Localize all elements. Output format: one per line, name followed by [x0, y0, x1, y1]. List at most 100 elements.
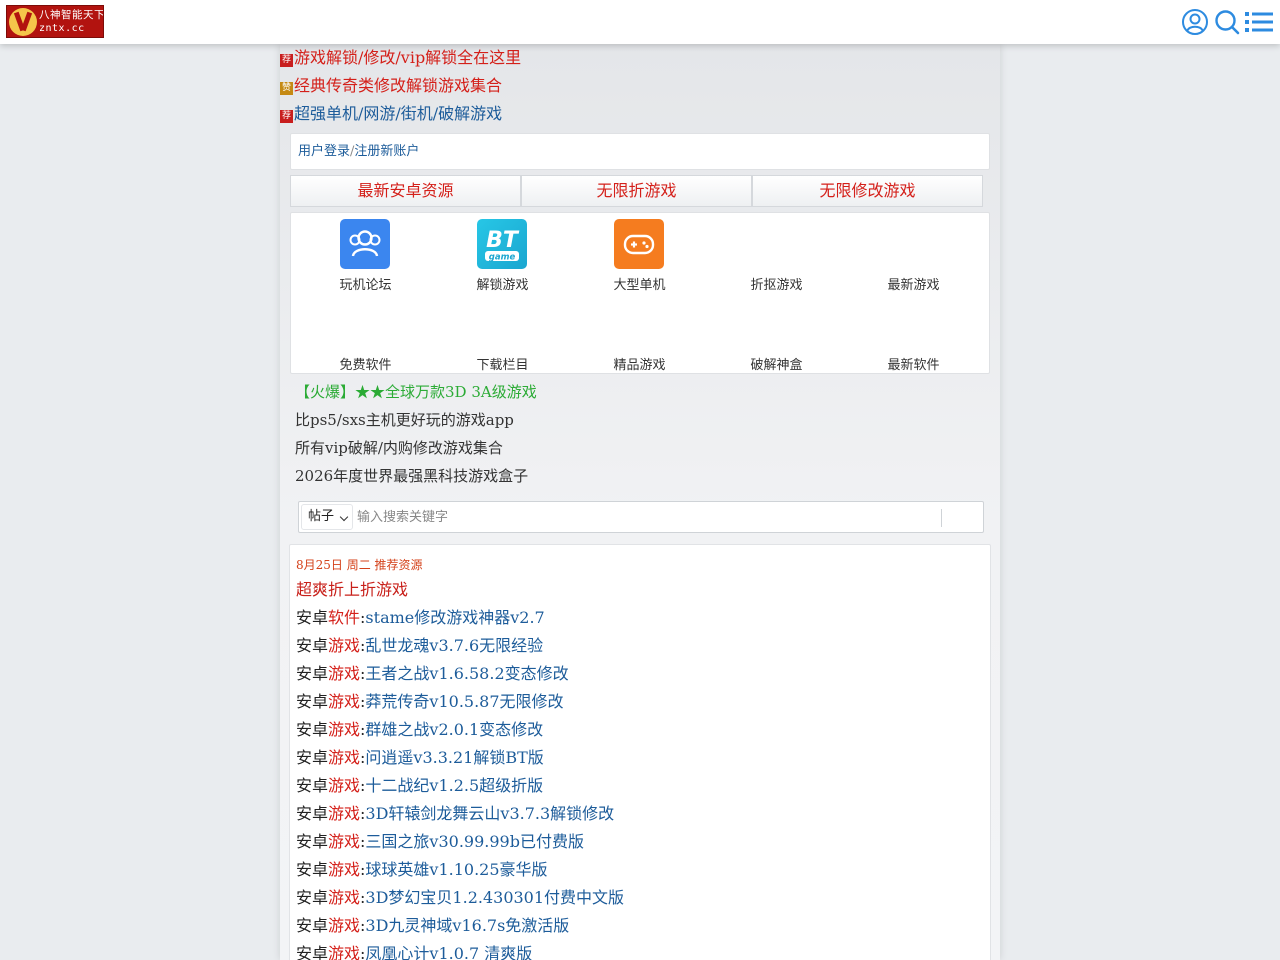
list-item-name: stame修改游戏神器v2.7	[365, 608, 545, 627]
search-type-select[interactable]: 帖子	[301, 504, 353, 530]
list-item-name: 3D九灵神域v16.7s免激活版	[365, 916, 570, 935]
login-bar: 用户登录/注册新账户	[290, 133, 990, 170]
chevron-down-icon	[339, 512, 349, 522]
praise-badge: 赞	[280, 82, 293, 95]
grid-item-newest-software[interactable]: 最新软件	[845, 293, 982, 373]
grid-item-big-single[interactable]: 大型单机	[571, 213, 708, 293]
list-item-category: 游戏	[328, 832, 361, 851]
list-item-name: 三国之旅v30.99.99b已付费版	[365, 832, 584, 851]
list-item[interactable]: 安卓游戏:3D梦幻宝贝1.2.430301付费中文版	[296, 884, 624, 912]
grid-item-forum[interactable]: 玩机论坛	[297, 213, 434, 293]
user-icon[interactable]	[1181, 8, 1209, 36]
grid-label: 大型单机	[613, 278, 666, 293]
list-item-category: 游戏	[328, 804, 361, 823]
search-divider	[941, 509, 942, 527]
hot-link-3[interactable]: 所有vip破解/内购修改游戏集合	[295, 434, 503, 462]
nav-grid: 玩机论坛 BT game 解锁游戏 大型单机 折抠游戏 最新游戏 免费软件 下载…	[290, 212, 990, 374]
list-item[interactable]: 安卓软件:stame修改游戏神器v2.7	[296, 604, 545, 632]
grid-label: 破解神盒	[750, 358, 803, 373]
list-item-category: 游戏	[328, 636, 361, 655]
search-type-value: 帖子	[308, 509, 335, 524]
search-bar: 帖子	[298, 501, 984, 533]
grid-item-free-software[interactable]: 免费软件	[297, 293, 434, 373]
list-item-platform: 安卓	[296, 720, 329, 739]
promo-link-2[interactable]: 赞经典传奇类修改解锁游戏集合	[280, 72, 502, 100]
search-icon[interactable]	[1213, 8, 1241, 36]
grid-item-unlock-games[interactable]: BT game 解锁游戏	[434, 213, 571, 293]
list-item-platform: 安卓	[296, 860, 329, 879]
menu-list-icon[interactable]	[1244, 8, 1274, 36]
list-item[interactable]: 安卓游戏:凤凰心计v1.0.7 清爽版	[296, 940, 532, 960]
grid-item-downloads[interactable]: 下载栏目	[434, 293, 571, 373]
hot-link-2[interactable]: 比ps5/sxs主机更好玩的游戏app	[295, 406, 514, 434]
hot-link-4[interactable]: 2026年度世界最强黑科技游戏盒子	[295, 462, 528, 490]
site-logo[interactable]: 八神智能天下 zntx.cc	[6, 5, 104, 38]
list-item-platform: 安卓	[296, 832, 329, 851]
tab-latest-android[interactable]: 最新安卓资源	[290, 175, 521, 207]
main-column: 荐游戏解锁/修改/vip解锁全在这里 赞经典传奇类修改解锁游戏集合 荐超强单机/…	[280, 44, 1000, 960]
search-input[interactable]	[357, 504, 937, 530]
recommend-badge: 荐	[280, 54, 293, 67]
promo-link-3[interactable]: 荐超强单机/网游/街机/破解游戏	[280, 100, 502, 128]
login-link[interactable]: 用户登录	[298, 144, 350, 159]
bt-game-icon: BT game	[477, 219, 527, 269]
tab-unlimited-discount[interactable]: 无限折游戏	[521, 175, 752, 207]
list-item[interactable]: 安卓游戏:乱世龙魂v3.7.6无限经验	[296, 632, 543, 660]
grid-label: 解锁游戏	[476, 278, 529, 293]
grid-item-premium-games[interactable]: 精品游戏	[571, 293, 708, 373]
list-item-platform: 安卓	[296, 916, 329, 935]
list-item-platform: 安卓	[296, 664, 329, 683]
list-item-name: 乱世龙魂v3.7.6无限经验	[365, 636, 544, 655]
list-item-category: 游戏	[328, 860, 361, 879]
list-item-platform: 安卓	[296, 944, 329, 960]
list-item-category: 游戏	[328, 664, 361, 683]
list-item[interactable]: 安卓游戏:三国之旅v30.99.99b已付费版	[296, 828, 584, 856]
promo-text: 超强单机/网游/街机/破解游戏	[294, 104, 503, 123]
register-link[interactable]: 注册新账户	[354, 144, 419, 159]
list-title-link[interactable]: 超爽折上折游戏	[296, 576, 408, 604]
list-item-platform: 安卓	[296, 888, 329, 907]
list-item[interactable]: 安卓游戏:莽荒传奇v10.5.87无限修改	[296, 688, 564, 716]
list-item[interactable]: 安卓游戏:十二战纪v1.2.5超级折版	[296, 772, 543, 800]
list-item[interactable]: 安卓游戏:3D轩辕剑龙舞云山v3.7.3解锁修改	[296, 800, 614, 828]
list-item-category: 游戏	[328, 776, 361, 795]
list-item-category: 游戏	[328, 720, 361, 739]
list-item-platform: 安卓	[296, 608, 329, 627]
promo-text: 经典传奇类修改解锁游戏集合	[294, 76, 503, 95]
grid-label: 精品游戏	[613, 358, 666, 373]
list-item-category: 游戏	[328, 916, 361, 935]
hot-link-1[interactable]: 【火爆】★★全球万款3D 3A级游戏	[295, 378, 537, 406]
list-item-name: 群雄之战v2.0.1变态修改	[365, 720, 544, 739]
list-item-name: 球球英雄v1.10.25豪华版	[365, 860, 548, 879]
search-submit-button[interactable]	[943, 503, 983, 531]
tab-unlimited-mod[interactable]: 无限修改游戏	[752, 175, 983, 207]
grid-item-newest-games[interactable]: 最新游戏	[845, 213, 982, 293]
grid-item-discount-games[interactable]: 折抠游戏	[708, 213, 845, 293]
forum-users-icon	[340, 219, 390, 269]
grid-label: 下载栏目	[476, 358, 529, 373]
list-item[interactable]: 安卓游戏:王者之战v1.6.58.2变态修改	[296, 660, 569, 688]
grid-item-crack-box[interactable]: 破解神盒	[708, 293, 845, 373]
list-item-category: 游戏	[328, 692, 361, 711]
list-item-category: 游戏	[328, 748, 361, 767]
list-item-category: 游戏	[328, 888, 361, 907]
list-item-category: 软件	[328, 608, 361, 627]
grid-label: 免费软件	[339, 358, 392, 373]
grid-label: 玩机论坛	[339, 278, 392, 293]
list-item[interactable]: 安卓游戏:问逍遥v3.3.21解锁BT版	[296, 744, 544, 772]
logo-title: 八神智能天下	[39, 9, 104, 21]
svg-text:BT: BT	[486, 228, 520, 253]
list-item-platform: 安卓	[296, 692, 329, 711]
promo-link-1[interactable]: 荐游戏解锁/修改/vip解锁全在这里	[280, 44, 521, 72]
list-item[interactable]: 安卓游戏:球球英雄v1.10.25豪华版	[296, 856, 548, 884]
logo-emblem-icon	[9, 8, 37, 36]
list-item-name: 3D轩辕剑龙舞云山v3.7.3解锁修改	[365, 804, 615, 823]
gamepad-icon	[614, 219, 664, 269]
list-item-name: 问逍遥v3.3.21解锁BT版	[365, 748, 544, 767]
promo-text: 游戏解锁/修改/vip解锁全在这里	[294, 48, 522, 67]
list-item[interactable]: 安卓游戏:群雄之战v2.0.1变态修改	[296, 716, 543, 744]
list-item-name: 莽荒传奇v10.5.87无限修改	[365, 692, 564, 711]
grid-label: 折抠游戏	[750, 278, 803, 293]
list-item[interactable]: 安卓游戏:3D九灵神域v16.7s免激活版	[296, 912, 569, 940]
grid-label: 最新软件	[887, 358, 940, 373]
